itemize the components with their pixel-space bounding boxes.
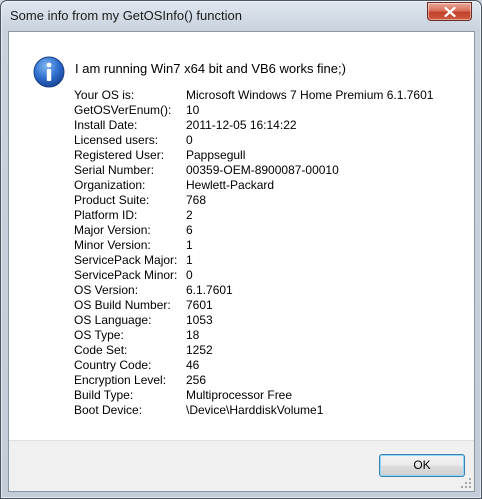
info-label: Registered User:	[74, 148, 165, 162]
info-label: Encryption Level:	[74, 373, 167, 387]
info-value: 2011-12-05 16:14:22	[186, 118, 297, 132]
dialog-content: I am running Win7 x64 bit and VB6 works …	[8, 31, 475, 492]
info-list: Your OS is: Microsoft Windows 7 Home Prem…	[74, 88, 469, 418]
info-value: \Device\HarddiskVolume1	[186, 403, 324, 417]
info-value: 46	[186, 358, 200, 372]
info-label: Product Suite:	[74, 193, 150, 207]
info-value: Hewlett-Packard	[186, 178, 275, 192]
info-value: 0	[186, 268, 193, 282]
info-label: OS Language:	[74, 313, 152, 327]
info-label: Major Version:	[74, 223, 151, 237]
info-value: 00359-OEM-8900087-00010	[186, 163, 339, 177]
info-value: 1252	[186, 343, 213, 357]
info-row: Serial Number: 00359-OEM-8900087-00010	[74, 163, 469, 178]
info-value: 0	[186, 133, 193, 147]
info-row: Registered User: Pappsegull	[74, 148, 469, 163]
info-value: 7601	[186, 298, 213, 312]
info-label: Platform ID:	[74, 208, 138, 222]
info-row: ServicePack Minor: 0	[74, 268, 469, 283]
info-value: 768	[186, 193, 207, 207]
info-label: OS Type:	[74, 328, 124, 342]
info-row: Country Code: 46	[74, 358, 469, 373]
information-icon	[33, 56, 65, 88]
info-row: GetOSVerEnum(): 10	[74, 103, 469, 118]
info-row: OS Language: 1053	[74, 313, 469, 328]
dialog-message: I am running Win7 x64 bit and VB6 works …	[75, 61, 346, 76]
info-label: Install Date:	[74, 118, 138, 132]
info-label: ServicePack Major:	[74, 253, 178, 267]
info-row: Product Suite: 768	[74, 193, 469, 208]
info-row: Platform ID: 2	[74, 208, 469, 223]
info-row: Licensed users: 0	[74, 133, 469, 148]
info-value: 1	[186, 253, 193, 267]
info-label: ServicePack Minor:	[74, 268, 178, 282]
info-row: Build Type: Multiprocessor Free	[74, 388, 469, 403]
info-row: Your OS is: Microsoft Windows 7 Home Prem…	[74, 88, 469, 103]
info-label: Build Type:	[74, 388, 134, 402]
close-button[interactable]	[427, 2, 472, 21]
info-label: Minor Version:	[74, 238, 151, 252]
info-value: 1	[186, 238, 193, 252]
ok-button[interactable]: OK	[379, 454, 465, 477]
info-label: Licensed users:	[74, 133, 159, 147]
dialog-window: Some info from my GetOSInfo() function I…	[0, 0, 482, 499]
resize-grip-icon[interactable]	[460, 477, 472, 489]
info-row: Boot Device: \Device\HarddiskVolume1	[74, 403, 469, 418]
info-label: GetOSVerEnum():	[74, 103, 172, 117]
info-row: Install Date: 2011-12-05 16:14:22	[74, 118, 469, 133]
button-bar: OK	[9, 440, 474, 491]
close-icon	[444, 7, 456, 17]
info-row: Code Set: 1252	[74, 343, 469, 358]
info-value: 2	[186, 208, 193, 222]
info-row: OS Build Number: 7601	[74, 298, 469, 313]
info-value: 6.1.7601	[186, 283, 233, 297]
info-row: OS Version: 6.1.7601	[74, 283, 469, 298]
info-row: Minor Version: 1	[74, 238, 469, 253]
info-label: Organization:	[74, 178, 146, 192]
info-label: Serial Number:	[74, 163, 155, 177]
info-row: Encryption Level: 256	[74, 373, 469, 388]
info-label: Country Code:	[74, 358, 152, 372]
info-label: Boot Device:	[74, 403, 143, 417]
info-value: 1053	[186, 313, 213, 327]
info-value: 10	[186, 103, 200, 117]
info-row: OS Type: 18	[74, 328, 469, 343]
info-label: OS Version:	[74, 283, 139, 297]
info-value: Pappsegull	[186, 148, 246, 162]
info-label: Code Set:	[74, 343, 128, 357]
info-row: Organization: Hewlett-Packard	[74, 178, 469, 193]
info-label: OS Build Number:	[74, 298, 171, 312]
info-label: Your OS is:	[74, 88, 135, 102]
info-value: 6	[186, 223, 193, 237]
info-row: Major Version: 6	[74, 223, 469, 238]
info-value: 18	[186, 328, 200, 342]
window-title: Some info from my GetOSInfo() function	[10, 8, 242, 23]
info-value: Microsoft Windows 7 Home Premium 6.1.760…	[186, 88, 434, 102]
info-value: 256	[186, 373, 207, 387]
info-row: ServicePack Major: 1	[74, 253, 469, 268]
info-value: Multiprocessor Free	[186, 388, 293, 402]
title-bar[interactable]: Some info from my GetOSInfo() function	[1, 1, 481, 31]
